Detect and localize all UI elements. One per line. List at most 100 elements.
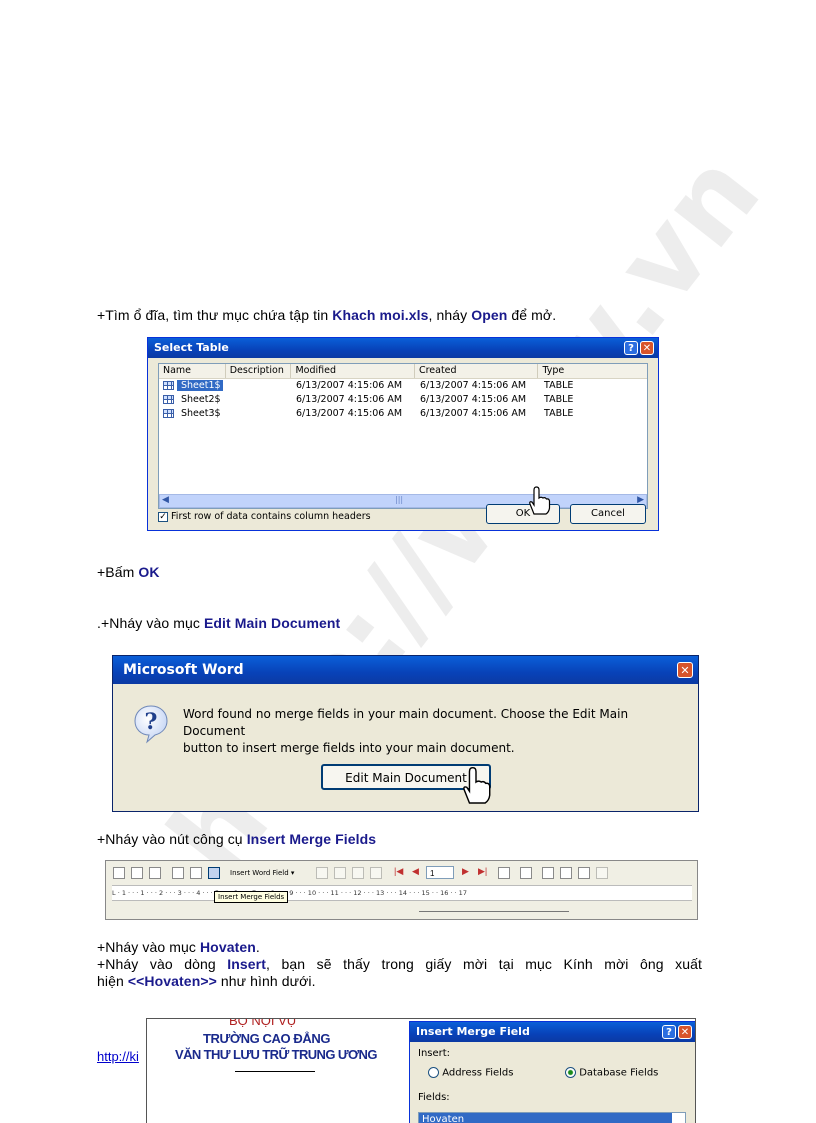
next-record-icon[interactable]: ▶: [462, 866, 469, 877]
first-record-icon[interactable]: |◀: [394, 866, 403, 877]
row-type: TABLE: [544, 380, 574, 391]
step1-suffix: để mở.: [507, 307, 557, 323]
merge-to-new-document-icon[interactable]: [542, 867, 554, 879]
step5-suffix: .: [255, 939, 260, 955]
row-modified: 6/13/2007 4:15:06 AM: [296, 394, 403, 405]
invitation-screenshot: BỘ NỘI VỤ TRƯỜNG CAO ĐẲNG VĂN THƯ LƯU TR…: [146, 1018, 696, 1123]
msword-message-line1: Word found no merge fields in your main …: [183, 707, 629, 738]
help-icon[interactable]: ?: [662, 1025, 676, 1039]
col-description[interactable]: Description: [226, 364, 292, 378]
scroll-thumb-grip-icon[interactable]: |||: [395, 495, 403, 504]
row-modified: 6/13/2007 4:15:06 AM: [296, 380, 403, 391]
field-item-hovaten[interactable]: Hovaten: [419, 1113, 672, 1123]
checkbox-checked-icon[interactable]: ✓: [158, 511, 168, 522]
first-row-header-checkbox[interactable]: ✓ First row of data contains column head…: [158, 510, 371, 524]
row-name: Sheet2$: [181, 394, 221, 405]
insert-merge-field-dialog: Insert Merge Field ? ✕ Insert: Address F…: [409, 1021, 695, 1123]
table-list[interactable]: Name Description Modified Created Type S…: [158, 363, 648, 509]
insert-greeting-line-icon[interactable]: [190, 867, 202, 879]
mail-merge-recipients-icon[interactable]: [149, 867, 161, 879]
step5-action: Hovaten: [199, 939, 256, 955]
table-icon: [163, 395, 174, 404]
match-fields-icon[interactable]: [352, 867, 364, 879]
radio-empty-icon[interactable]: [428, 1067, 439, 1078]
msword-message-line2: button to insert merge fields into your …: [183, 741, 515, 755]
school-name-line2: VĂN THƯ LƯU TRỮ TRUNG ƯƠNG: [175, 1047, 377, 1062]
database-fields-radio[interactable]: Database Fields: [565, 1067, 658, 1079]
step6-field: <<Hovaten>>: [127, 973, 217, 989]
microsoft-word-dialog: Microsoft Word ✕ ? Word found no merge f…: [112, 655, 699, 812]
school-name-line1: TRƯỜNG CAO ĐẲNG: [203, 1031, 331, 1046]
scroll-left-icon[interactable]: ◀: [162, 495, 169, 505]
step3-text: .+Nháy vào mục Edit Main Document: [97, 615, 340, 631]
find-entry-icon[interactable]: [498, 867, 510, 879]
step1-prefix: +Tìm ổ đĩa, tìm thư mục chứa tập tin: [97, 307, 333, 323]
check-errors-icon[interactable]: [520, 867, 532, 879]
view-merged-data-icon[interactable]: [316, 867, 328, 879]
col-type[interactable]: Type: [538, 364, 647, 378]
step5-line: +Nháy vào mục Hovaten.: [97, 939, 702, 956]
step6-line1: +Nháy vào dòng Insert, bạn sẽ thấy trong…: [97, 956, 702, 973]
help-icon[interactable]: ?: [624, 341, 638, 355]
insert-merge-field-titlebar: Insert Merge Field ? ✕: [410, 1022, 695, 1042]
fields-list[interactable]: Hovaten: [418, 1112, 686, 1123]
step3-prefix: .+Nháy vào mục: [97, 615, 204, 631]
col-modified[interactable]: Modified: [291, 364, 415, 378]
step6-middle: , bạn sẽ thấy trong giấy mời tại mục Kín…: [266, 956, 702, 972]
radio-selected-icon[interactable]: [565, 1067, 576, 1078]
insert-merge-fields-tooltip: Insert Merge Fields: [214, 891, 289, 903]
last-record-icon[interactable]: ▶|: [478, 866, 487, 877]
col-created[interactable]: Created: [415, 364, 539, 378]
ministry-label: BỘ NỘI VỤ: [229, 1018, 297, 1028]
table-row[interactable]: Sheet3$ 6/13/2007 4:15:06 AM 6/13/2007 4…: [159, 407, 647, 421]
step2-text: +Bấm OK: [97, 564, 160, 580]
highlight-fields-icon[interactable]: [334, 867, 346, 879]
step6-prefix: +Nháy vào dòng: [97, 956, 228, 972]
step6-line2-prefix: hiện: [97, 973, 128, 989]
step1-middle: , nháy: [428, 307, 472, 323]
row-type: TABLE: [544, 408, 574, 419]
table-icon: [163, 381, 174, 390]
propagate-labels-icon[interactable]: [370, 867, 382, 879]
row-name: Sheet3$: [181, 408, 221, 419]
table-icon: [163, 409, 174, 418]
insert-merge-fields-icon[interactable]: [208, 867, 220, 879]
merge-to-email-icon[interactable]: [578, 867, 590, 879]
table-row[interactable]: Sheet2$ 6/13/2007 4:15:06 AM 6/13/2007 4…: [159, 393, 647, 407]
step6-line2-suffix: như hình dưới.: [216, 973, 316, 989]
footer-link[interactable]: http://ki: [97, 1049, 139, 1064]
document-underline: [419, 911, 569, 912]
step2-action: OK: [138, 564, 160, 580]
question-icon: ?: [134, 705, 168, 744]
select-table-title: Select Table: [154, 341, 229, 354]
step4-text: +Nháy vào nút công cụ Insert Merge Field…: [97, 831, 376, 847]
row-type: TABLE: [544, 394, 574, 405]
open-data-source-icon[interactable]: [131, 867, 143, 879]
step4-action: Insert Merge Fields: [246, 831, 377, 847]
row-created: 6/13/2007 4:15:06 AM: [420, 394, 527, 405]
close-icon[interactable]: ✕: [677, 662, 693, 678]
previous-record-icon[interactable]: ◀: [412, 866, 419, 877]
col-name[interactable]: Name: [159, 364, 226, 378]
close-icon[interactable]: ✕: [678, 1025, 692, 1039]
step1-action: Open: [471, 307, 508, 323]
insert-label: Insert:: [418, 1048, 451, 1059]
cancel-button[interactable]: Cancel: [570, 504, 646, 524]
horizontal-ruler[interactable]: L · 1 · · · 1 · · · 2 · · · 3 · · · 4 · …: [112, 885, 692, 901]
select-table-titlebar: Select Table ? ✕: [148, 338, 658, 358]
step6-line2: hiện <<Hovaten>> như hình dưới.: [97, 973, 702, 990]
insert-address-block-icon[interactable]: [172, 867, 184, 879]
table-row[interactable]: Sheet1$ 6/13/2007 4:15:06 AM 6/13/2007 4…: [159, 379, 647, 393]
mail-merge-toolbar: Insert Word Field ▾ |◀ ◀ 1 ▶ ▶| L · 1 · …: [105, 860, 698, 920]
close-icon[interactable]: ✕: [640, 341, 654, 355]
record-number-input[interactable]: 1: [426, 866, 454, 879]
insert-word-field-dropdown[interactable]: Insert Word Field ▾: [230, 867, 294, 879]
merge-to-fax-icon[interactable]: [596, 867, 608, 879]
checkbox-label: First row of data contains column header…: [171, 511, 371, 522]
main-document-setup-icon[interactable]: [113, 867, 125, 879]
school-underline: [235, 1071, 315, 1072]
merge-to-printer-icon[interactable]: [560, 867, 572, 879]
step3-action: Edit Main Document: [203, 615, 341, 631]
step6-action: Insert: [227, 956, 266, 972]
address-fields-radio[interactable]: Address Fields: [428, 1067, 513, 1079]
